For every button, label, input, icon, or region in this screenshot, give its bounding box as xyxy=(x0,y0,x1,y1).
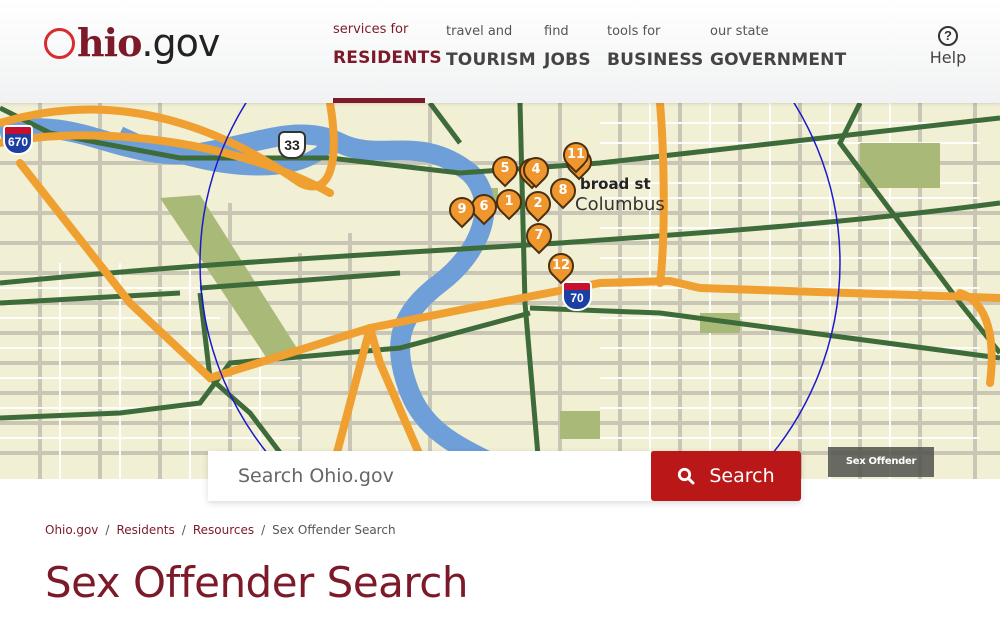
nav-residents[interactable]: services for RESIDENTS xyxy=(333,0,442,103)
breadcrumb: Ohio.gov / Residents / Resources / Sex O… xyxy=(45,523,396,537)
breadcrumb-current: Sex Offender Search xyxy=(272,523,396,537)
nav-government-small: our state xyxy=(710,24,769,39)
help-label: Help xyxy=(929,48,967,67)
logo-o-circle xyxy=(44,28,75,59)
nav-jobs-big: JOBS xyxy=(544,50,591,70)
search-button[interactable]: Search xyxy=(651,451,801,501)
site-search: Search xyxy=(208,451,801,501)
nav-business-small: tools for xyxy=(607,24,661,39)
nav-tourism-small: travel and xyxy=(446,24,513,39)
logo-gov-text: .gov xyxy=(141,21,220,65)
search-icon xyxy=(678,467,695,485)
nav-tourism-big: TOURISM xyxy=(446,50,536,70)
help-button[interactable]: ? Help xyxy=(928,26,968,67)
main-nav: services for RESIDENTS travel and TOURIS… xyxy=(333,0,849,103)
nav-jobs-small: find xyxy=(544,24,569,39)
nav-jobs[interactable]: find JOBS xyxy=(544,0,591,103)
breadcrumb-resources[interactable]: Resources xyxy=(193,523,254,537)
nav-business-big: BUSINESS xyxy=(607,50,704,70)
interstate-70-shield: 70 xyxy=(562,281,592,311)
columbus-label: Columbus xyxy=(575,194,665,215)
broad-st-label: broad st xyxy=(580,175,651,193)
help-question-icon: ? xyxy=(938,26,958,46)
nav-government-big: GOVERNMENT xyxy=(710,50,847,70)
nav-business[interactable]: tools for BUSINESS xyxy=(607,0,703,103)
site-header: hio .gov services for RESIDENTS travel a… xyxy=(0,0,1000,103)
sex-offender-search-badge: Sex Offender Search xyxy=(828,447,934,477)
nav-tourism[interactable]: travel and TOURISM xyxy=(446,0,536,103)
breadcrumb-ohio-gov[interactable]: Ohio.gov xyxy=(45,523,98,537)
breadcrumb-separator: / xyxy=(261,523,266,537)
breadcrumb-separator: / xyxy=(181,523,186,537)
breadcrumb-separator: / xyxy=(105,523,110,537)
search-input[interactable] xyxy=(208,451,651,501)
nav-residents-small: services for xyxy=(333,22,409,37)
interstate-670-shield: 670 xyxy=(3,125,33,155)
breadcrumb-residents[interactable]: Residents xyxy=(116,523,174,537)
offender-map[interactable]: 670 33 70 broad st Columbus 1 2 3 4 5 6 … xyxy=(0,103,1000,479)
search-button-label: Search xyxy=(709,465,775,487)
nav-residents-big: RESIDENTS xyxy=(333,48,442,68)
logo-hio-text: hio xyxy=(77,20,142,65)
ohio-gov-logo[interactable]: hio .gov xyxy=(44,20,220,72)
nav-government[interactable]: our state GOVERNMENT xyxy=(710,0,846,103)
us-33-shield: 33 xyxy=(278,131,306,159)
page-title: Sex Offender Search xyxy=(45,558,468,607)
